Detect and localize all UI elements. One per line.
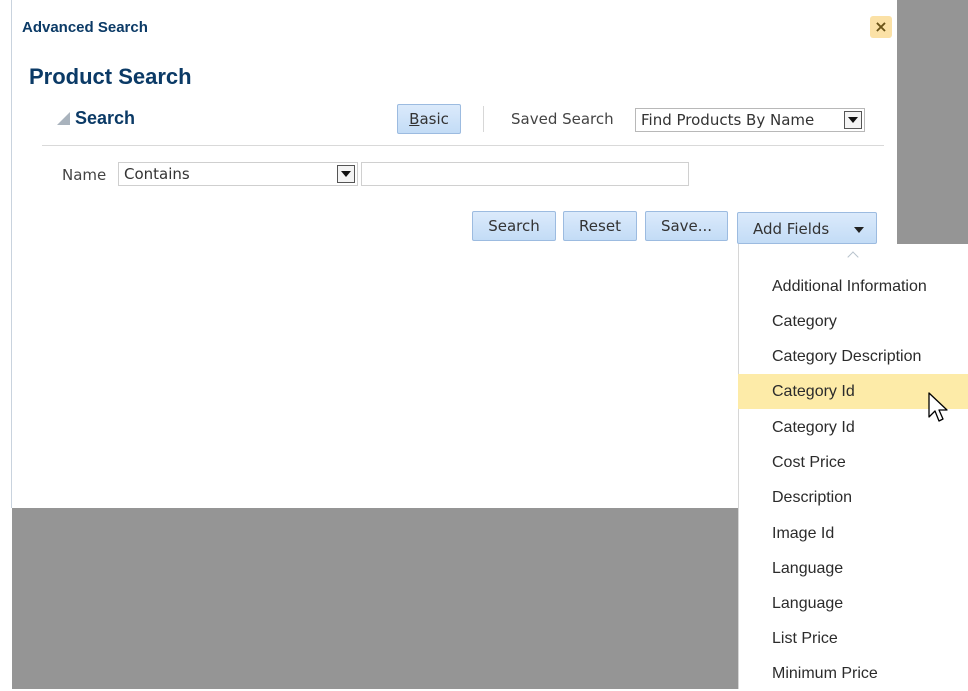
basic-label: asic xyxy=(419,110,449,128)
menu-item-cost-price[interactable]: Cost Price xyxy=(738,445,968,480)
dialog-title: Advanced Search xyxy=(22,19,148,36)
collapse-triangle-icon xyxy=(57,112,70,125)
basic-mode-button[interactable]: Basic xyxy=(397,104,461,134)
menu-item-category[interactable]: Category xyxy=(738,304,968,339)
reset-button[interactable]: Reset xyxy=(563,211,637,241)
search-button[interactable]: Search xyxy=(472,211,556,241)
saved-search-value: Find Products By Name xyxy=(641,111,815,129)
menu-item-description[interactable]: Description xyxy=(738,480,968,515)
menu-item-minimum-price[interactable]: Minimum Price xyxy=(738,656,968,691)
chevron-down-icon xyxy=(854,227,864,233)
add-fields-button[interactable]: Add Fields xyxy=(737,212,877,244)
dropdown-arrow-icon[interactable] xyxy=(844,111,862,129)
menu-item-category-description[interactable]: Category Description xyxy=(738,339,968,374)
saved-search-select[interactable]: Find Products By Name xyxy=(635,108,865,132)
menu-item-image-id[interactable]: Image Id xyxy=(738,516,968,551)
dialog-border xyxy=(11,0,12,508)
mouse-cursor-icon xyxy=(928,392,948,422)
menu-item-additional-information[interactable]: Additional Information xyxy=(738,269,968,304)
name-operator-select[interactable]: Contains xyxy=(118,162,358,186)
menu-item-language-2[interactable]: Language xyxy=(738,586,968,621)
name-field-label: Name xyxy=(62,166,107,184)
search-section-title: Search xyxy=(75,108,136,128)
divider xyxy=(42,145,884,146)
add-fields-label: Add Fields xyxy=(753,220,830,238)
page-title: Product Search xyxy=(29,64,192,89)
scroll-up-icon[interactable] xyxy=(849,250,859,260)
dropdown-arrow-icon[interactable] xyxy=(337,165,355,183)
search-section-toggle[interactable]: Search xyxy=(57,108,135,129)
menu-item-list-price[interactable]: List Price xyxy=(738,621,968,656)
close-icon[interactable]: × xyxy=(870,16,892,38)
toolbar-separator xyxy=(483,106,484,132)
menu-item-language[interactable]: Language xyxy=(738,551,968,586)
name-value-input[interactable] xyxy=(361,162,689,186)
save-button[interactable]: Save... xyxy=(645,211,728,241)
saved-search-label: Saved Search xyxy=(511,110,614,128)
operator-value: Contains xyxy=(124,165,190,183)
basic-mnemonic: B xyxy=(409,110,420,128)
